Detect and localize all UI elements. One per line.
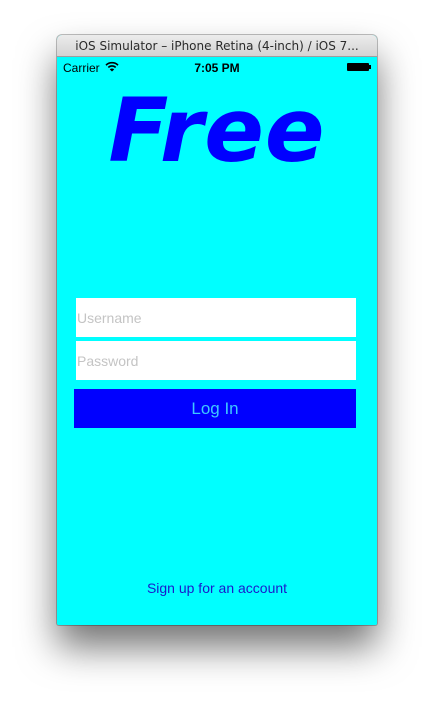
simulator-window: iOS Simulator – iPhone Retina (4-inch) /…: [57, 35, 377, 625]
status-time: 7:05 PM: [194, 61, 240, 75]
app-logo: Free: [108, 79, 326, 182]
battery-icon: [347, 63, 369, 71]
window-title: iOS Simulator – iPhone Retina (4-inch) /…: [57, 35, 377, 57]
password-field[interactable]: [76, 341, 356, 380]
login-button[interactable]: Log In: [74, 389, 356, 428]
status-bar: Carrier 7:05 PM: [57, 57, 377, 77]
signup-link[interactable]: Sign up for an account: [57, 580, 377, 596]
username-field[interactable]: [76, 298, 356, 337]
battery-tip-icon: [369, 65, 371, 69]
phone-screen: Carrier 7:05 PM Free Log In Sign up for …: [57, 57, 377, 625]
